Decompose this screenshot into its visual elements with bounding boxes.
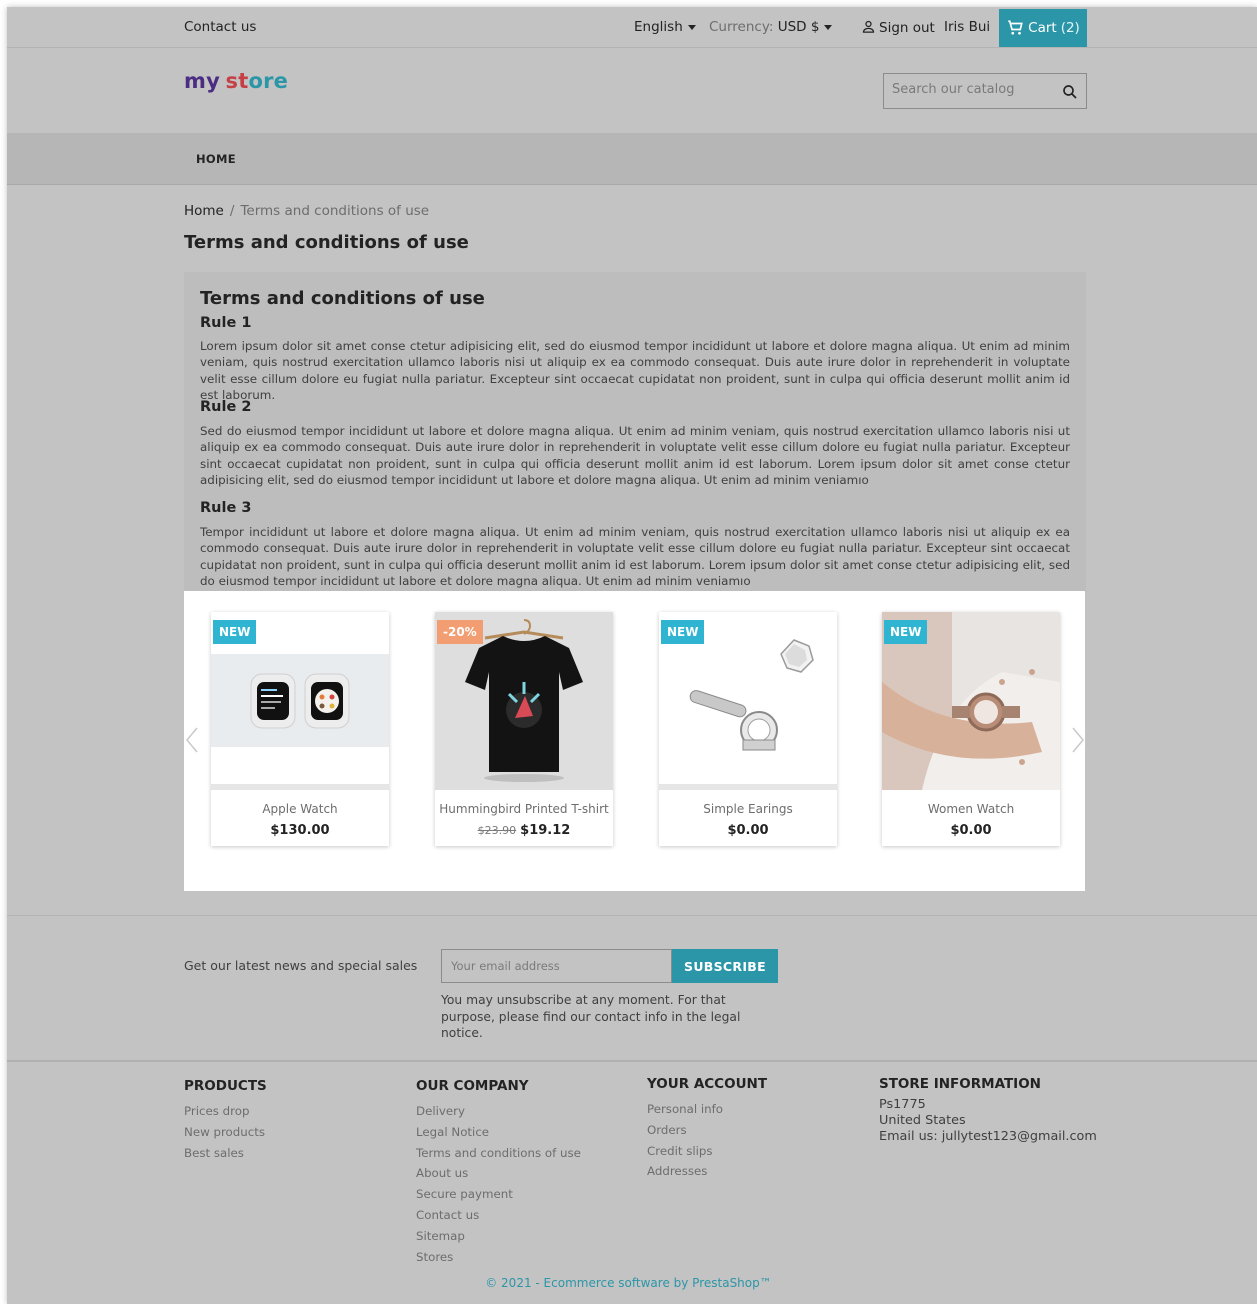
language-label: English <box>634 19 683 35</box>
subscribe-button[interactable]: SUBSCRIBE <box>672 949 778 983</box>
new-badge: NEW <box>884 620 928 644</box>
page-frame: Contact us English Currency: USD $ Sign … <box>7 7 1257 1304</box>
footer-products-title: PRODUCTS <box>184 1078 267 1094</box>
top-nav: Contact us English Currency: USD $ Sign … <box>7 7 1257 48</box>
footer-company-title: OUR COMPANY <box>416 1078 529 1094</box>
store-logo[interactable]: my store <box>184 69 288 93</box>
footer-link[interactable]: Credit slips <box>647 1141 767 1162</box>
rule-2-title: Rule 2 <box>200 399 252 415</box>
footer-link[interactable]: Stores <box>416 1247 581 1268</box>
carousel-next-arrow-icon[interactable] <box>1070 726 1086 754</box>
carousel-prev-arrow-icon[interactable] <box>184 726 200 754</box>
product-card[interactable]: NEW Apple Watch $130.00 <box>211 612 389 846</box>
footer-link[interactable]: Best sales <box>184 1143 267 1164</box>
new-badge: NEW <box>661 620 705 644</box>
product-price: $23.90 $19.12 <box>435 823 613 838</box>
discount-badge: -20% <box>437 620 483 644</box>
contact-us-link[interactable]: Contact us <box>184 19 256 35</box>
newsletter-email-input[interactable] <box>451 959 661 973</box>
user-icon <box>862 20 875 33</box>
newsletter-text: Get our latest news and special sales <box>184 958 418 973</box>
footer-link[interactable]: Orders <box>647 1120 767 1141</box>
store-info-line: Ps1775 <box>879 1097 926 1112</box>
new-badge: NEW <box>213 620 257 644</box>
footer-store-column: STORE INFORMATION Ps1775 United States E… <box>879 1076 1097 1145</box>
footer-account-title: YOUR ACCOUNT <box>647 1076 768 1092</box>
language-selector[interactable]: English <box>634 19 696 35</box>
caret-down-icon <box>687 24 696 30</box>
current-price: $19.12 <box>520 823 571 838</box>
product-card[interactable]: -20% Hummingbird Printed T-shirt $23.90 $… <box>435 612 613 846</box>
currency-value: USD $ <box>777 19 820 35</box>
product-name[interactable]: Hummingbird Printed T-shirt <box>435 802 613 816</box>
footer-company-column: OUR COMPANY Delivery Legal Notice Terms … <box>416 1078 581 1267</box>
product-carousel: NEW Apple Watch $130.00 -20% Hummingbird <box>184 591 1085 891</box>
main-menu: HOME <box>7 133 1257 185</box>
rule-3-title: Rule 3 <box>200 500 252 516</box>
cart-count: (2) <box>1060 20 1080 36</box>
logo-text-st: st <box>225 69 249 93</box>
caret-down-icon <box>824 24 833 30</box>
product-name[interactable]: Women Watch <box>882 802 1060 816</box>
product-price: $0.00 <box>882 823 1060 838</box>
footer-account-column: YOUR ACCOUNT Personal info Orders Credit… <box>647 1076 767 1182</box>
copyright-link[interactable]: © 2021 - Ecommerce software by PrestaSho… <box>7 1276 1257 1290</box>
footer-link[interactable]: Legal Notice <box>416 1122 581 1143</box>
product-name[interactable]: Apple Watch <box>211 802 389 816</box>
footer-link[interactable]: Prices drop <box>184 1101 267 1122</box>
rule-1-text: Lorem ipsum dolor sit amet conse ctetur … <box>200 339 1070 402</box>
breadcrumb: Home / Terms and conditions of use <box>184 203 429 219</box>
sign-out-link[interactable]: Sign out <box>861 19 935 36</box>
footer-store-title: STORE INFORMATION <box>879 1076 1041 1092</box>
footer-link[interactable]: Sitemap <box>416 1226 581 1247</box>
store-info-line: United States <box>879 1113 966 1128</box>
currency-selector[interactable]: Currency: USD $ <box>709 19 833 35</box>
search-box <box>883 73 1087 109</box>
footer-link[interactable]: Addresses <box>647 1161 767 1182</box>
search-input[interactable] <box>892 82 1052 97</box>
logo-text-my: my <box>184 69 220 93</box>
page-title: Terms and conditions of use <box>184 232 469 253</box>
footer-products-column: PRODUCTS Prices drop New products Best s… <box>184 1078 267 1163</box>
content-heading: Terms and conditions of use <box>200 288 485 309</box>
product-name[interactable]: Simple Earings <box>659 802 837 816</box>
footer-link[interactable]: New products <box>184 1122 267 1143</box>
product-card[interactable]: NEW Simple Earings $0.00 <box>659 612 837 846</box>
menu-item-home[interactable]: HOME <box>196 152 236 166</box>
current-price: $0.00 <box>727 823 769 838</box>
sign-out-label: Sign out <box>879 20 935 36</box>
cart-button[interactable]: Cart (2) <box>999 9 1087 47</box>
footer-link[interactable]: About us <box>416 1163 581 1184</box>
currency-label: Currency: <box>709 19 774 35</box>
footer-link[interactable]: Terms and conditions of use <box>416 1143 581 1164</box>
breadcrumb-current: Terms and conditions of use <box>240 203 430 219</box>
rule-2-text: Sed do eiusmod tempor incididunt ut labo… <box>200 424 1070 487</box>
current-price: $130.00 <box>270 823 330 838</box>
old-price: $23.90 <box>477 824 517 837</box>
rule-1-title: Rule 1 <box>200 315 252 331</box>
product-price: $130.00 <box>211 823 389 838</box>
logo-text-ore: ore <box>248 69 289 93</box>
footer-link[interactable]: Contact us <box>416 1205 581 1226</box>
cms-content: Terms and conditions of use Rule 1 Lorem… <box>184 272 1086 592</box>
account-name-link[interactable]: Iris Bui <box>944 19 990 35</box>
breadcrumb-separator: / <box>229 203 235 219</box>
newsletter-email-box <box>441 949 672 983</box>
product-price: $0.00 <box>659 823 837 838</box>
current-price: $0.00 <box>950 823 992 838</box>
rule-3-text: Tempor incididunt ut labore et dolore ma… <box>200 525 1070 588</box>
footer-divider <box>7 1060 1257 1062</box>
footer-link[interactable]: Delivery <box>416 1101 581 1122</box>
breadcrumb-home[interactable]: Home <box>184 203 224 219</box>
product-card[interactable]: NEW Women Watch $0.00 <box>882 612 1060 846</box>
store-email[interactable]: Email us: jullytest123@gmail.com <box>879 1129 1097 1145</box>
search-icon[interactable] <box>1061 83 1079 101</box>
footer-link[interactable]: Secure payment <box>416 1184 581 1205</box>
cart-icon <box>1008 20 1023 35</box>
cart-label: Cart <box>1028 20 1057 36</box>
footer-link[interactable]: Personal info <box>647 1099 767 1120</box>
newsletter-note: You may unsubscribe at any moment. For t… <box>441 993 741 1040</box>
